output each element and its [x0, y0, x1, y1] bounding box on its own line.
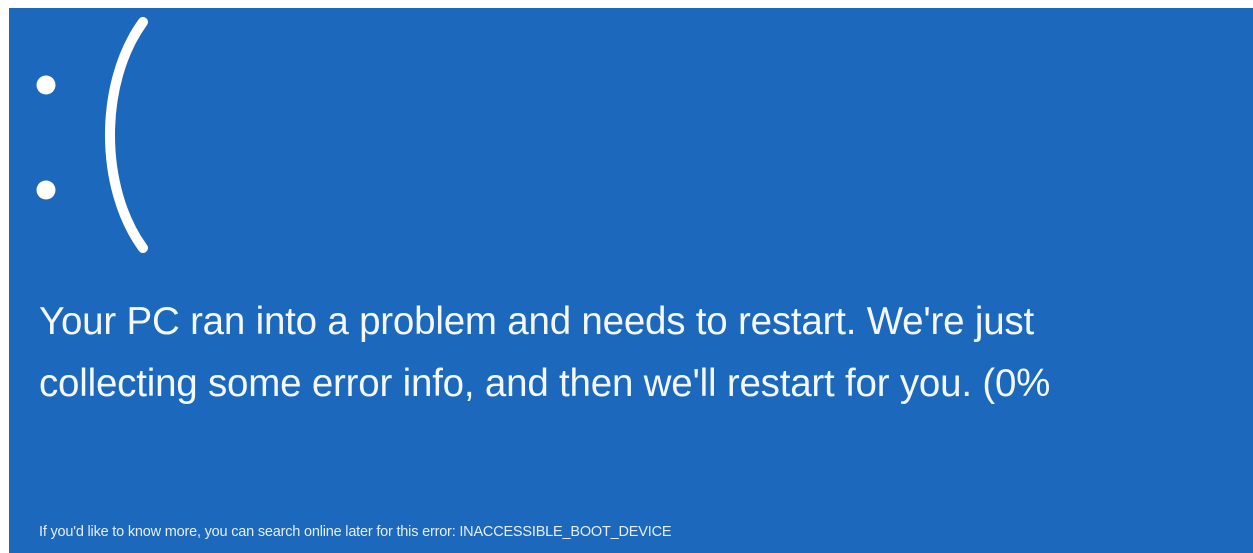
error-message-line-2: collecting some error info, and then we'…: [39, 362, 1051, 405]
sad-face-mouth: [105, 17, 148, 253]
bsod-screen: Your PC ran into a problem and needs to …: [9, 8, 1253, 553]
error-info-text: If you'd like to know more, you can sear…: [39, 524, 672, 540]
sad-face-dot-top: [36, 75, 56, 95]
sad-face-icon: [27, 10, 157, 255]
sad-face-dot-bottom: [36, 180, 56, 200]
error-message: Your PC ran into a problem and needs to …: [39, 291, 1253, 415]
error-message-line-1: Your PC ran into a problem and needs to …: [39, 300, 1034, 343]
